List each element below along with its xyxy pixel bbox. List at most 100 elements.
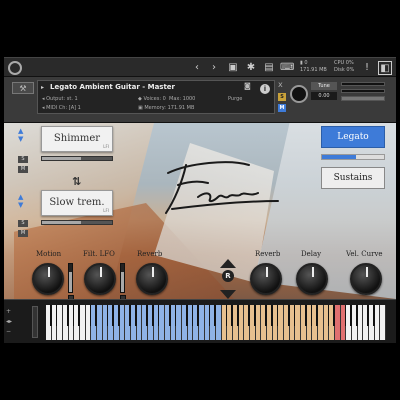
cpu-value: 0%	[345, 60, 354, 66]
motion-knob[interactable]	[32, 263, 64, 295]
instrument-panel: ▲ ▼ Shimmer LFI S M ⇅ ▲ ▼ Slow trem. LFI…	[4, 123, 396, 299]
memory-label: Memory:	[144, 105, 166, 111]
fx-slot-1-solo[interactable]: S	[18, 156, 28, 163]
voice-counter: ▮ 0 171.91 MB	[300, 60, 327, 73]
save-icon[interactable]: ▣	[226, 61, 240, 75]
mute-button[interactable]: M	[278, 104, 286, 112]
motion-meter	[68, 263, 73, 293]
kontakt-window: ‹ › ▣ ✱ ▤ ⌨ ▮ 0 171.91 MB CPU 0% Disk 0%…	[0, 0, 400, 400]
voice-count: 0	[304, 60, 308, 66]
mod-wheel[interactable]	[32, 306, 38, 338]
knob-label-filt-lfo: Filt. LFO	[83, 250, 115, 258]
rack-view-icon[interactable]: ▤	[262, 61, 276, 75]
meter-left	[341, 82, 385, 86]
camera-icon[interactable]: ◙	[244, 83, 251, 90]
filt-lfo-meter	[120, 263, 125, 293]
disk-value: 0%	[346, 67, 355, 73]
output-field[interactable]: ◂ Output: st. 1	[42, 96, 78, 103]
fx-slot-2-slider-fill	[42, 221, 81, 224]
fx-slot-2-mute[interactable]: M	[18, 230, 28, 237]
cpu-label: CPU	[334, 60, 345, 66]
next-arrow-icon[interactable]: ›	[207, 61, 221, 75]
tune-section: Tune 0.00	[287, 80, 337, 114]
ni-logo-icon	[8, 61, 22, 75]
fx-slot-1-slider-fill	[42, 157, 81, 160]
fx-slot-1[interactable]: Shimmer LFI	[41, 126, 113, 152]
filt-lfo-knob[interactable]	[84, 263, 116, 295]
tune-knob[interactable]	[290, 85, 308, 103]
legato-button[interactable]: Legato	[321, 126, 385, 148]
knob-label-delay: Delay	[301, 250, 322, 258]
reverb-right-knob[interactable]	[250, 263, 282, 295]
vel-curve-knob[interactable]	[350, 263, 382, 295]
up-arrow-icon[interactable]	[220, 259, 236, 268]
output-meters	[341, 82, 385, 104]
knob-label-reverb-right: Reverb	[255, 250, 281, 258]
knob-label-motion: Motion	[36, 250, 62, 258]
fx-slot-1-label: Shimmer	[53, 133, 101, 144]
fx-slot-2-label: Slow trem.	[49, 197, 105, 208]
fx-slot-1-sub: LFI	[103, 144, 109, 149]
knob-label-vel-curve: Vel. Curve	[346, 250, 383, 258]
memory-field: ▣ Memory: 171.91 MB	[138, 105, 195, 111]
fx-slot-2[interactable]: Slow trem. LFI	[41, 190, 113, 216]
tune-label: Tune	[311, 82, 337, 90]
slot1-down-arrow-icon[interactable]: ▼	[18, 135, 23, 143]
voices-label: Voices:	[143, 96, 162, 102]
voices-value: 0	[162, 96, 166, 102]
sustains-button[interactable]: Sustains	[321, 167, 385, 189]
fx-slot-1-mute[interactable]: M	[18, 166, 28, 173]
slot1-up-arrow-icon[interactable]: ▲	[18, 127, 23, 135]
gear-icon[interactable]: ✱	[244, 61, 258, 75]
midi-label: MIDI Ch:	[46, 105, 68, 111]
max-label: Max:	[169, 96, 182, 102]
slot2-down-arrow-icon[interactable]: ▼	[18, 201, 23, 209]
fx-slot-2-sub: LFI	[103, 208, 109, 213]
solo-button[interactable]: S	[278, 93, 286, 101]
legato-level-bar[interactable]	[321, 154, 385, 160]
slot2-up-arrow-icon[interactable]: ▲	[18, 193, 23, 201]
down-arrow-icon[interactable]	[220, 290, 236, 299]
close-icon[interactable]: x	[278, 81, 283, 89]
midi-field[interactable]: ◂ MIDI Ch: [A] 1	[42, 105, 81, 112]
disk-label: Disk	[334, 67, 345, 73]
volume-slider[interactable]	[341, 96, 385, 101]
instrument-info-box: ▸ Legato Ambient Guitar - Master ◂ Outpu…	[37, 80, 275, 114]
legato-level-fill	[322, 155, 357, 159]
keyboard-icon[interactable]: ⌨	[280, 61, 294, 75]
output-value: st. 1	[66, 96, 78, 102]
fx-slot-2-slider[interactable]	[41, 220, 113, 225]
alert-icon[interactable]: !	[360, 61, 374, 75]
white-key[interactable]	[380, 305, 386, 340]
meter-right	[341, 89, 385, 93]
knob-label-reverb-left: Reverb	[137, 250, 163, 258]
delay-knob[interactable]	[296, 263, 328, 295]
max-value[interactable]: 1000	[183, 96, 196, 102]
signature-logo	[165, 161, 279, 214]
collapse-icon[interactable]: ▸	[41, 84, 44, 91]
view-toggle-icon[interactable]: ◧	[378, 61, 392, 75]
purge-button[interactable]: Purge	[228, 96, 242, 103]
keyboard-section: + ◂▸ −	[4, 299, 396, 343]
round-robin-toggle: R	[220, 259, 236, 299]
reverb-left-knob[interactable]	[136, 263, 168, 295]
wrench-icon[interactable]: ⚒	[12, 82, 34, 94]
memory-value: 171.91 MB	[167, 105, 195, 111]
prev-arrow-icon[interactable]: ‹	[190, 61, 204, 75]
pitch-mod-wheels[interactable]: + ◂▸ −	[6, 304, 32, 340]
piano-keyboard[interactable]	[46, 305, 386, 340]
swap-icon[interactable]: ⇅	[72, 175, 81, 188]
cpu-disk-readout: CPU 0% Disk 0%	[334, 60, 354, 74]
output-label: Output:	[46, 96, 66, 102]
r-button[interactable]: R	[222, 270, 234, 282]
top-toolbar: ‹ › ▣ ✱ ▤ ⌨ ▮ 0 171.91 MB CPU 0% Disk 0%…	[4, 57, 396, 77]
info-icon[interactable]: i	[260, 84, 270, 94]
fx-slot-1-slider[interactable]	[41, 156, 113, 161]
instrument-header: ⚒ ▸ Legato Ambient Guitar - Master ◂ Out…	[4, 77, 396, 123]
fx-slot-2-solo[interactable]: S	[18, 220, 28, 227]
instrument-title[interactable]: Legato Ambient Guitar - Master	[50, 83, 175, 91]
tune-value[interactable]: 0.00	[311, 92, 337, 100]
midi-value: [A] 1	[68, 105, 81, 111]
memory-readout: 171.91 MB	[300, 67, 327, 73]
voices-field: ◆ Voices: 0 Max: 1000	[138, 96, 196, 102]
